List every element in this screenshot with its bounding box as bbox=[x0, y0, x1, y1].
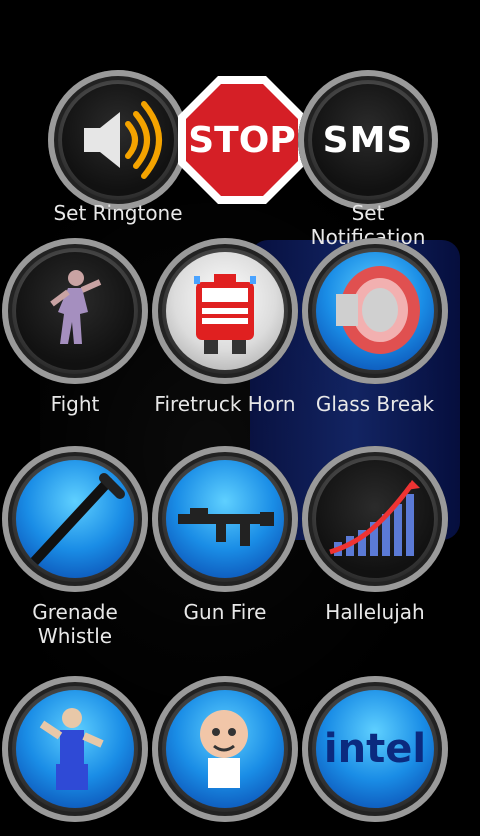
intel-button[interactable]: intel bbox=[302, 676, 448, 822]
gun-fire-label: Gun Fire bbox=[183, 600, 267, 624]
baby-figure-icon bbox=[166, 690, 284, 808]
grenade-whistle-cell: Grenade Whistle bbox=[2, 446, 148, 656]
sms-icon: SMS bbox=[312, 84, 424, 196]
intel-text: intel bbox=[323, 726, 427, 772]
speaker-wave-icon bbox=[62, 84, 174, 196]
gun-fire-cell: Gun Fire bbox=[152, 446, 298, 656]
stop-cell: STOP bbox=[172, 70, 312, 210]
fight-label: Fight bbox=[50, 392, 100, 416]
firetruck-horn-button[interactable] bbox=[152, 238, 298, 384]
baby-cell bbox=[152, 676, 298, 836]
grenade-whistle-icon bbox=[16, 460, 134, 578]
intel-logo-icon: intel bbox=[316, 690, 434, 808]
hallelujah-label: Hallelujah bbox=[325, 600, 425, 624]
glass-break-speaker-icon bbox=[316, 252, 434, 370]
intel-cell: intel bbox=[302, 676, 448, 836]
gun-fire-button[interactable] bbox=[152, 446, 298, 592]
set-ringtone-button[interactable] bbox=[48, 70, 188, 210]
baby-button[interactable] bbox=[152, 676, 298, 822]
sms-button[interactable]: SMS bbox=[298, 70, 438, 210]
firetruck-horn-label: Firetruck Horn bbox=[154, 392, 296, 416]
firetruck-icon bbox=[166, 252, 284, 370]
glass-break-label: Glass Break bbox=[315, 392, 435, 416]
karate-figure-icon bbox=[16, 690, 134, 808]
glass-break-button[interactable] bbox=[302, 238, 448, 384]
sms-text: SMS bbox=[322, 119, 414, 161]
grenade-whistle-button[interactable] bbox=[2, 446, 148, 592]
soundboard-grid: Set Ringtone STOP SMS Set Notification F… bbox=[0, 0, 480, 822]
glass-break-cell: Glass Break bbox=[302, 238, 448, 428]
sms-cell: SMS Set Notification bbox=[298, 70, 444, 250]
fight-cell: Fight bbox=[2, 238, 148, 428]
karate-cell bbox=[2, 676, 148, 836]
fight-button[interactable] bbox=[2, 238, 148, 384]
stop-sign-icon: STOP bbox=[178, 76, 306, 204]
rising-chart-icon bbox=[316, 460, 434, 578]
firetruck-horn-cell: Firetruck Horn bbox=[152, 238, 298, 428]
hallelujah-button[interactable] bbox=[302, 446, 448, 592]
fighter-icon bbox=[16, 252, 134, 370]
stop-text: STOP bbox=[188, 120, 295, 161]
hallelujah-cell: Hallelujah bbox=[302, 446, 448, 656]
stop-button[interactable]: STOP bbox=[172, 70, 312, 210]
grenade-whistle-label: Grenade Whistle bbox=[32, 600, 118, 648]
karate-button[interactable] bbox=[2, 676, 148, 822]
rifle-icon bbox=[166, 460, 284, 578]
